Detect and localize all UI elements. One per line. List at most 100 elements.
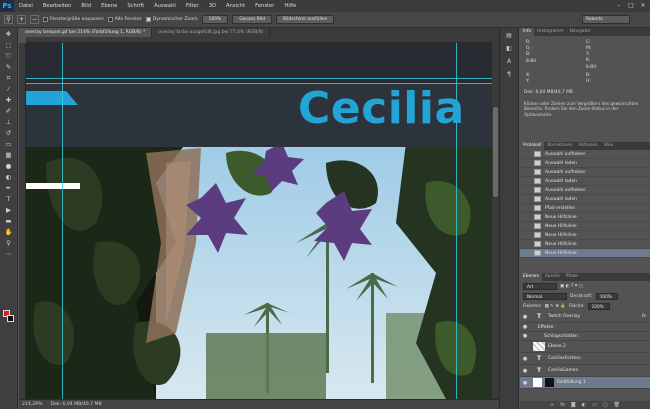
history-item[interactable]: Neue Hilfslinie xyxy=(520,240,650,249)
gradient-tool-icon[interactable]: ▦ xyxy=(3,150,15,160)
zoom-tool-icon[interactable]: ⚲ xyxy=(3,238,15,248)
quick-select-tool-icon[interactable]: ✎ xyxy=(3,62,15,72)
marquee-tool-icon[interactable]: ⬚ xyxy=(3,40,15,50)
layer-filter-select[interactable]: Art xyxy=(523,282,557,290)
background-color-swatch[interactable] xyxy=(7,315,14,322)
eye-icon[interactable]: ● xyxy=(520,324,530,330)
zoom-tool-icon[interactable]: ⚲ xyxy=(4,15,13,24)
eyedropper-tool-icon[interactable]: ⁄ xyxy=(3,84,15,94)
eye-icon[interactable]: ● xyxy=(520,314,530,320)
tab-paths[interactable]: Pfade xyxy=(563,273,581,281)
menu-ansicht[interactable]: Ansicht xyxy=(221,3,250,9)
menu-auswahl[interactable]: Auswahl xyxy=(149,3,181,9)
history-item[interactable]: Auswahl aufheben xyxy=(520,186,650,195)
tab-channels[interactable]: Kanäle xyxy=(542,273,563,281)
eye-icon[interactable]: ● xyxy=(520,356,530,362)
fill-input[interactable]: 100% xyxy=(587,302,610,310)
blur-tool-icon[interactable]: ● xyxy=(3,161,15,171)
tab-history[interactable]: Protokoll xyxy=(520,142,545,150)
menu-schrift[interactable]: Schrift xyxy=(122,3,149,9)
whole-image-button[interactable]: Ganzes Bild xyxy=(232,15,273,24)
close-icon[interactable]: ✕ xyxy=(638,1,648,10)
tab-overlay-farbe[interactable]: overlay farbe ausgefüllt.jpg bei 77,4% (… xyxy=(152,28,271,37)
stamp-tool-icon[interactable]: ⊥ xyxy=(3,117,15,127)
tab-layers[interactable]: Ebenen xyxy=(520,273,543,281)
zoom-out-icon[interactable]: − xyxy=(30,15,39,24)
workspace-select[interactable]: Roberts xyxy=(582,15,630,24)
history-item[interactable]: Auswahl aufheben xyxy=(520,150,650,159)
more-tools-icon[interactable]: ⋯ xyxy=(3,249,15,259)
menu-bild[interactable]: Bild xyxy=(76,3,96,9)
history-item-selected[interactable]: Neue Hilfslinie xyxy=(520,249,650,258)
layer-row[interactable]: Ebene 2 xyxy=(520,341,650,353)
mask-icon[interactable]: ◙ xyxy=(571,402,576,408)
history-item[interactable]: Auswahl aufheben xyxy=(520,168,650,177)
eraser-tool-icon[interactable]: ▭ xyxy=(3,139,15,149)
lasso-tool-icon[interactable]: ➰ xyxy=(3,51,15,61)
menu-filter[interactable]: Filter xyxy=(181,3,204,9)
history-item[interactable]: Auswahl laden xyxy=(520,159,650,168)
history-item[interactable]: Auswahl laden xyxy=(520,177,650,186)
tab-overlay-beispiel[interactable]: overlay beispiel.gif bei 214% (Farbfüllu… xyxy=(19,28,153,37)
zoom-level[interactable]: 214,29% xyxy=(22,402,42,407)
layer-row-selected[interactable]: ● Farbfüllung 1 xyxy=(520,377,650,389)
zoom-100-button[interactable]: 100% xyxy=(201,15,229,24)
layer-effects-row[interactable]: ● Effekte xyxy=(520,323,650,332)
tab-adjustments[interactable]: Korrekturen xyxy=(544,142,575,150)
dynamic-zoom-checkbox[interactable]: Dynamischer Zoom xyxy=(145,17,198,22)
menu-ebene[interactable]: Ebene xyxy=(96,3,122,9)
history-item[interactable]: Neue Hilfslinie xyxy=(520,213,650,222)
maximize-icon[interactable]: □ xyxy=(626,1,636,10)
character-panel-icon[interactable]: A xyxy=(503,57,515,67)
hand-tool-icon[interactable]: ✋ xyxy=(3,227,15,237)
brush-tool-icon[interactable]: ✐ xyxy=(3,106,15,116)
menu-datei[interactable]: Datei xyxy=(14,3,38,9)
history-brush-tool-icon[interactable]: ↺ xyxy=(3,128,15,138)
filter-icons[interactable]: ▣ ◐ T ⌗ ▢ xyxy=(560,283,583,289)
fill-screen-button[interactable]: Bildschirm ausfüllen xyxy=(276,15,335,24)
crop-tool-icon[interactable]: ⌗ xyxy=(3,73,15,83)
menu-bearbeiten[interactable]: Bearbeiten xyxy=(38,3,77,9)
history-item[interactable]: Auswahl laden xyxy=(520,195,650,204)
menu-fenster[interactable]: Fenster xyxy=(250,3,279,9)
dodge-tool-icon[interactable]: ◐ xyxy=(3,172,15,182)
all-windows-checkbox[interactable]: Alle Fenster xyxy=(107,17,142,22)
blend-mode-select[interactable]: Normal xyxy=(523,292,567,300)
document-canvas[interactable]: Cecilia xyxy=(26,43,492,399)
properties-panel-icon[interactable]: ◧ xyxy=(503,44,515,54)
history-item[interactable]: Neue Hilfslinie xyxy=(520,222,650,231)
opacity-input[interactable]: 100% xyxy=(595,292,618,300)
menu-3d[interactable]: 3D xyxy=(204,3,221,9)
tab-actions[interactable]: Aktionen xyxy=(576,142,601,150)
link-icon[interactable]: ∞ xyxy=(550,402,554,408)
zoom-in-icon[interactable]: + xyxy=(17,15,26,24)
adjustment-icon[interactable]: ◐ xyxy=(582,402,586,408)
layer-effect-row[interactable]: ● Schlagschatten xyxy=(520,332,650,341)
layer-row[interactable]: ● T CeciliaGames xyxy=(520,365,650,377)
layer-row[interactable]: ● T Twitch Overlay fx xyxy=(520,311,650,323)
folder-icon[interactable]: ▭ xyxy=(592,402,597,408)
paragraph-panel-icon[interactable]: ¶ xyxy=(503,70,515,80)
history-panel-icon[interactable]: ▤ xyxy=(503,31,515,41)
history-item[interactable]: Pfad erstellen xyxy=(520,204,650,213)
new-layer-icon[interactable]: ▢ xyxy=(603,402,608,408)
eye-icon[interactable]: ● xyxy=(520,380,530,386)
tab-styles[interactable]: Stile xyxy=(601,142,616,150)
scrollbar-thumb[interactable] xyxy=(493,107,498,197)
fx-icon[interactable]: fx xyxy=(642,314,646,319)
eye-icon[interactable]: ● xyxy=(520,368,530,374)
fit-window-checkbox[interactable]: Fenstergröße anpassen xyxy=(43,17,104,22)
type-tool-icon[interactable]: T xyxy=(3,194,15,204)
fx-icon[interactable]: fx xyxy=(560,402,565,408)
menu-hilfe[interactable]: Hilfe xyxy=(279,3,301,9)
healing-tool-icon[interactable]: ✚ xyxy=(3,95,15,105)
path-select-tool-icon[interactable]: ▶ xyxy=(3,205,15,215)
trash-icon[interactable]: 🗑 xyxy=(614,402,620,408)
history-item[interactable]: Neue Hilfslinie xyxy=(520,231,650,240)
canvas-vertical-scrollbar[interactable] xyxy=(492,37,499,399)
tab-histogram[interactable]: Histogramm xyxy=(534,28,566,36)
eye-icon[interactable]: ● xyxy=(520,333,530,339)
layer-row[interactable]: ● T CeciliasFortess xyxy=(520,353,650,365)
shape-tool-icon[interactable]: ▬ xyxy=(3,216,15,226)
tab-info[interactable]: Info xyxy=(520,28,535,36)
